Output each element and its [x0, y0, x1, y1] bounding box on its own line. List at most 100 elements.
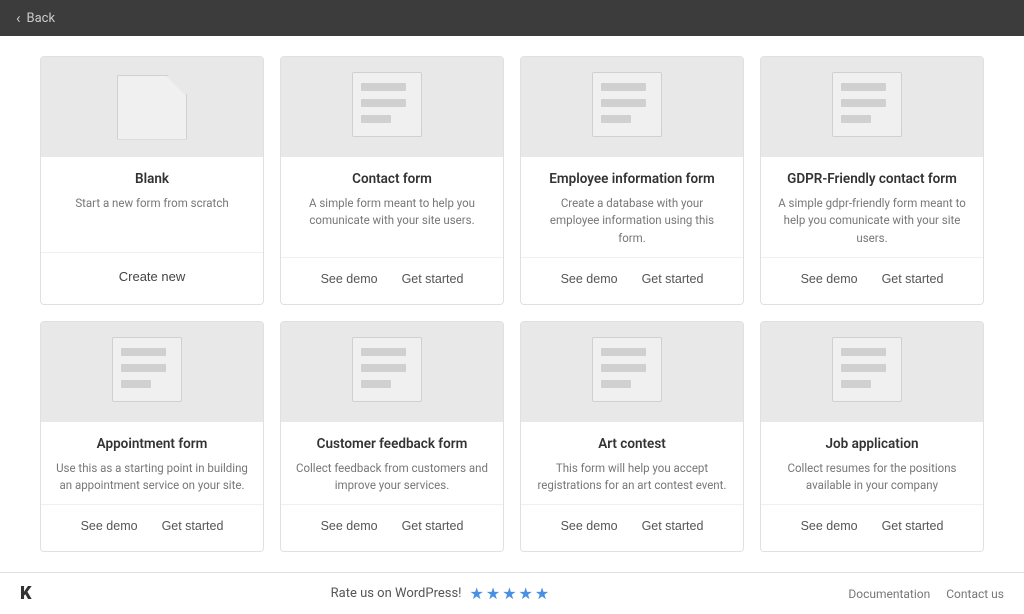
- see-demo-button[interactable]: See demo: [73, 515, 146, 537]
- form-preview-icon: [592, 72, 672, 142]
- form-line-icon: [361, 115, 391, 123]
- card-actions-gdpr-contact: See demo Get started: [761, 257, 983, 304]
- form-preview-inner: [592, 72, 662, 137]
- card-actions-employee-info: See demo Get started: [521, 257, 743, 304]
- form-line-icon: [121, 380, 151, 388]
- get-started-button[interactable]: Get started: [874, 515, 952, 537]
- bottom-bar: K Rate us on WordPress! ★ ★ ★ ★ ★ Docume…: [0, 572, 1024, 614]
- star-2-icon[interactable]: ★: [486, 584, 500, 603]
- card-description: Create a database with your employee inf…: [535, 195, 729, 247]
- footer-links: Documentation Contact us: [848, 587, 1004, 601]
- card-description: Collect resumes for the positions availa…: [775, 460, 969, 495]
- back-label: Back: [27, 11, 56, 26]
- card-description: Use this as a starting point in building…: [55, 460, 249, 495]
- get-started-button[interactable]: Get started: [394, 268, 472, 290]
- logo: K: [20, 583, 32, 604]
- card-body-job-application: Job application Collect resumes for the p…: [761, 422, 983, 505]
- create-new-button[interactable]: Create new: [107, 263, 197, 290]
- form-preview-icon: [592, 337, 672, 407]
- card-description: Start a new form from scratch: [75, 195, 228, 242]
- star-4-icon[interactable]: ★: [519, 584, 533, 603]
- see-demo-button[interactable]: See demo: [793, 268, 866, 290]
- see-demo-button[interactable]: See demo: [313, 268, 386, 290]
- form-preview-inner: [832, 72, 902, 137]
- contact-link[interactable]: Contact us: [946, 587, 1004, 601]
- card-thumbnail-gdpr-contact: [761, 57, 983, 157]
- card-actions-blank: Create new: [41, 252, 263, 304]
- card-customer-feedback: Customer feedback form Collect feedback f…: [280, 321, 504, 553]
- form-preview-icon: [352, 72, 432, 142]
- form-line-icon: [841, 380, 871, 388]
- card-thumbnail-employee-info: [521, 57, 743, 157]
- card-title: Appointment form: [97, 436, 208, 452]
- card-thumbnail-appointment: [41, 322, 263, 422]
- star-1-icon[interactable]: ★: [470, 584, 484, 603]
- card-employee-info: Employee information formCreate a databa…: [520, 56, 744, 305]
- get-started-button[interactable]: Get started: [634, 515, 712, 537]
- card-body-customer-feedback: Customer feedback form Collect feedback f…: [281, 422, 503, 505]
- card-body-appointment: Appointment form Use this as a starting p…: [41, 422, 263, 505]
- blank-preview-icon: [117, 75, 187, 140]
- card-thumbnail-contact-form: [281, 57, 503, 157]
- card-thumbnail-art-contest: [521, 322, 743, 422]
- card-gdpr-contact: GDPR-Friendly contact form A simple gdpr-…: [760, 56, 984, 305]
- rate-text: Rate us on WordPress!: [331, 586, 462, 601]
- card-appointment: Appointment form Use this as a starting p…: [40, 321, 264, 553]
- card-art-contest: Art contest This form will help you accep…: [520, 321, 744, 553]
- form-preview-inner: [112, 337, 182, 402]
- card-blank: Blank Start a new form from scratch Create…: [40, 56, 264, 305]
- form-preview-icon: [352, 337, 432, 407]
- back-arrow-icon: ‹: [16, 9, 21, 27]
- form-line-icon: [601, 380, 631, 388]
- star-5-icon[interactable]: ★: [535, 584, 549, 603]
- card-title: Contact form: [352, 171, 432, 187]
- get-started-button[interactable]: Get started: [154, 515, 232, 537]
- card-body-employee-info: Employee information formCreate a databa…: [521, 157, 743, 257]
- card-thumbnail-blank: [41, 57, 263, 157]
- get-started-button[interactable]: Get started: [394, 515, 472, 537]
- card-actions-contact-form: See demo Get started: [281, 257, 503, 304]
- see-demo-button[interactable]: See demo: [313, 515, 386, 537]
- card-body-blank: Blank Start a new form from scratch: [41, 157, 263, 252]
- cards-grid: Blank Start a new form from scratch Create…: [40, 56, 984, 552]
- card-thumbnail-job-application: [761, 322, 983, 422]
- card-title: Job application: [825, 436, 918, 452]
- star-3-icon[interactable]: ★: [502, 584, 516, 603]
- card-description: A simple gdpr-friendly form meant to hel…: [775, 195, 969, 247]
- get-started-button[interactable]: Get started: [874, 268, 952, 290]
- rate-section: Rate us on WordPress! ★ ★ ★ ★ ★: [331, 584, 550, 603]
- card-thumbnail-customer-feedback: [281, 322, 503, 422]
- card-actions-appointment: See demo Get started: [41, 504, 263, 551]
- form-preview-inner: [352, 72, 422, 137]
- card-job-application: Job application Collect resumes for the p…: [760, 321, 984, 553]
- card-description: Collect feedback from customers and impr…: [295, 460, 489, 495]
- card-title: Blank: [135, 171, 169, 187]
- card-contact-form: Contact form A simple form meant to help …: [280, 56, 504, 305]
- get-started-button[interactable]: Get started: [634, 268, 712, 290]
- see-demo-button[interactable]: See demo: [793, 515, 866, 537]
- card-body-art-contest: Art contest This form will help you accep…: [521, 422, 743, 505]
- main-content: Blank Start a new form from scratch Create…: [0, 36, 1024, 572]
- card-description: A simple form meant to help you comunica…: [295, 195, 489, 247]
- card-title: GDPR-Friendly contact form: [787, 171, 957, 187]
- form-line-icon: [361, 380, 391, 388]
- card-actions-job-application: See demo Get started: [761, 504, 983, 551]
- card-description: This form will help you accept registrat…: [535, 460, 729, 495]
- card-body-gdpr-contact: GDPR-Friendly contact form A simple gdpr-…: [761, 157, 983, 257]
- form-preview-inner: [352, 337, 422, 402]
- see-demo-button[interactable]: See demo: [553, 515, 626, 537]
- form-line-icon: [841, 115, 871, 123]
- card-actions-art-contest: See demo Get started: [521, 504, 743, 551]
- card-title: Art contest: [598, 436, 666, 452]
- form-preview-icon: [832, 72, 912, 142]
- top-bar: ‹ Back: [0, 0, 1024, 36]
- documentation-link[interactable]: Documentation: [848, 587, 930, 601]
- form-preview-icon: [832, 337, 912, 407]
- card-actions-customer-feedback: See demo Get started: [281, 504, 503, 551]
- form-preview-icon: [112, 337, 192, 407]
- card-title: Customer feedback form: [317, 436, 468, 452]
- see-demo-button[interactable]: See demo: [553, 268, 626, 290]
- back-button[interactable]: ‹ Back: [16, 9, 55, 27]
- form-preview-inner: [592, 337, 662, 402]
- form-line-icon: [601, 115, 631, 123]
